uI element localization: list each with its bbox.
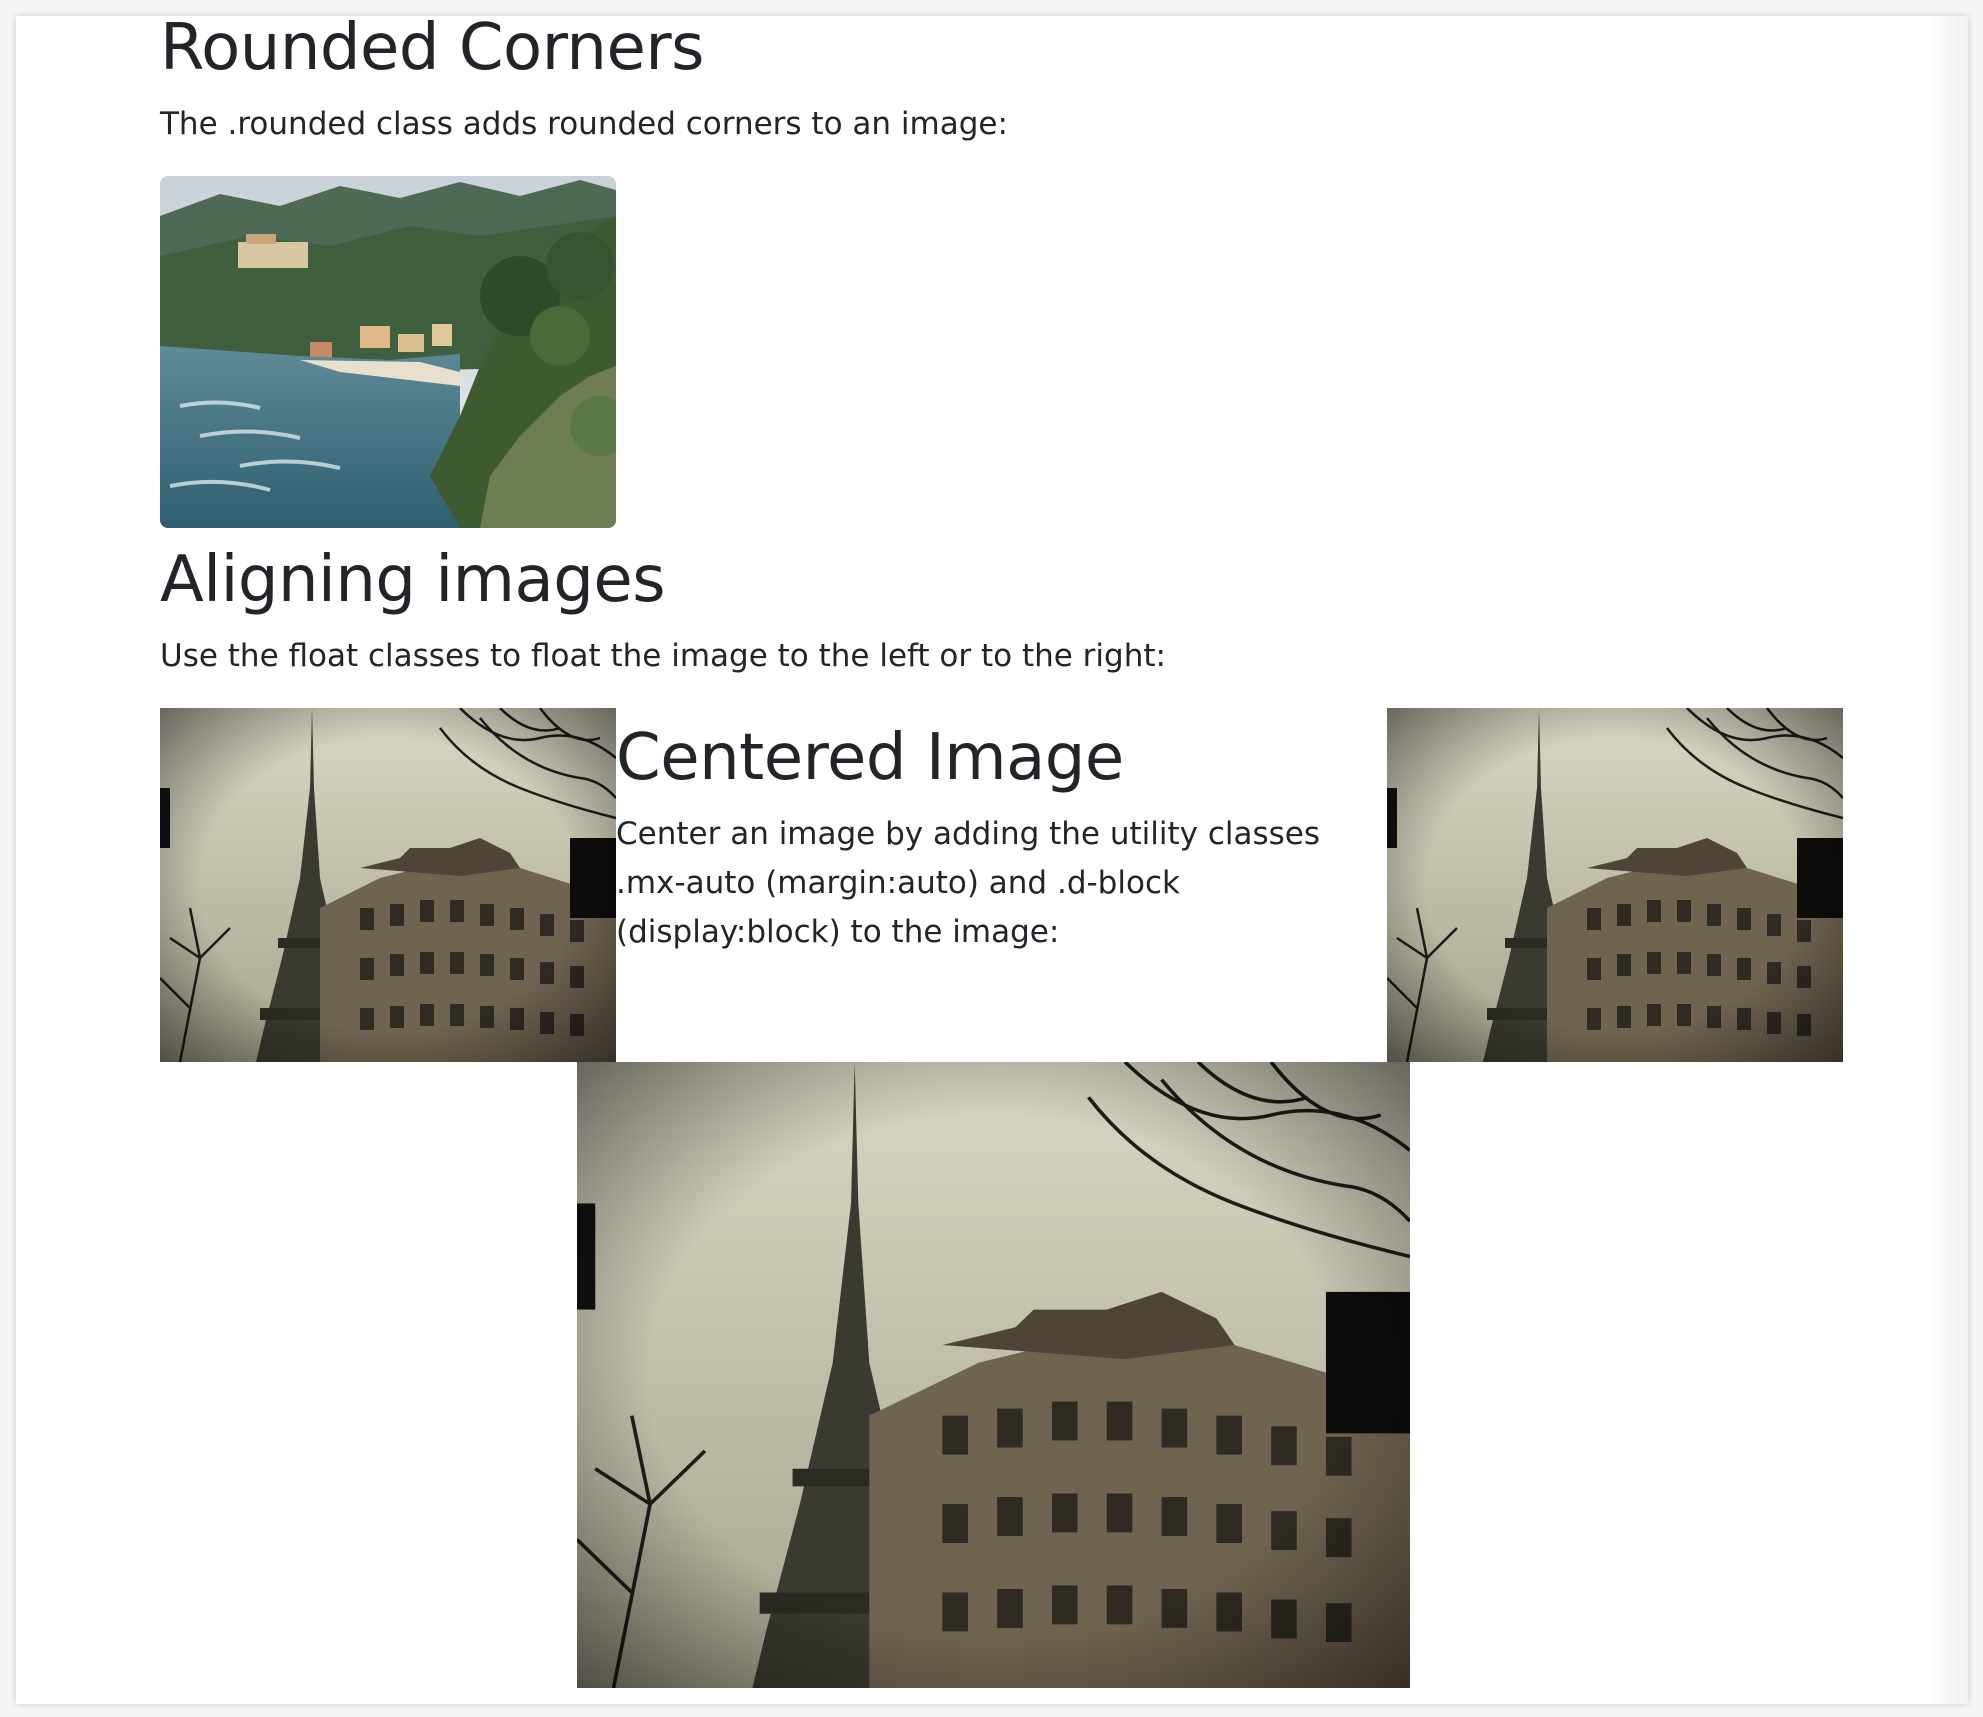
centered-image-description: Center an image by adding the utility cl…: [616, 816, 1321, 950]
coastal-village-image: [160, 176, 616, 528]
eiffel-tower-photo-icon: [160, 708, 616, 1062]
page: Rounded Corners The .rounded class adds …: [16, 16, 1968, 1704]
centered-image: [577, 1062, 1410, 1688]
rounded-corners-description: The .rounded class adds rounded corners …: [160, 106, 1008, 142]
aligning-images-description: Use the float classes to float the image…: [160, 638, 1166, 674]
centered-image-heading: Centered Image: [616, 721, 1124, 795]
eiffel-tower-photo-icon: [577, 1062, 1410, 1688]
float-right-image: [1387, 708, 1843, 1062]
coastal-village-photo-icon: [160, 176, 616, 528]
float-left-image: [160, 708, 616, 1062]
eiffel-tower-photo-icon: [1387, 708, 1843, 1062]
rounded-corners-heading: Rounded Corners: [160, 16, 704, 85]
aligning-images-heading: Aligning images: [160, 543, 666, 617]
